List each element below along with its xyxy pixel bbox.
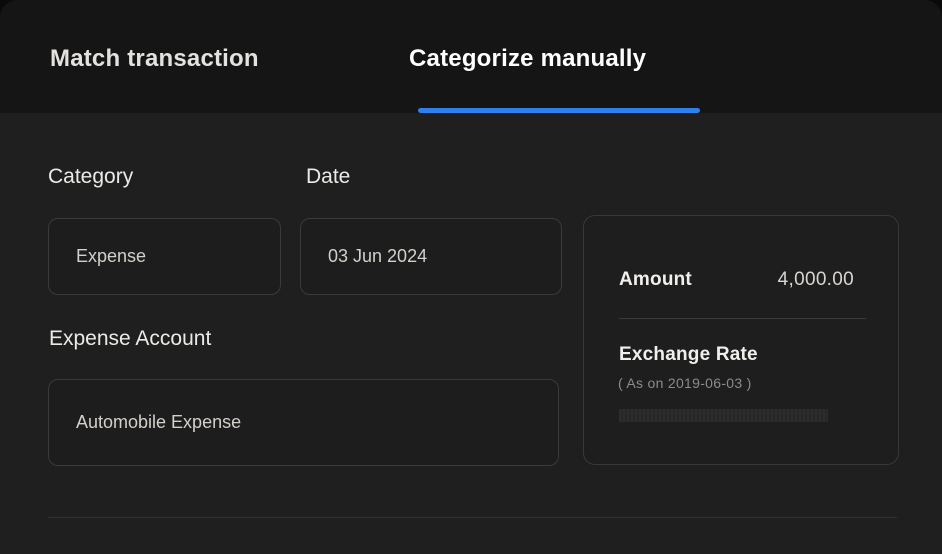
date-picker-field[interactable]: 03 Jun 2024 <box>300 218 562 295</box>
panel-divider <box>619 318 866 319</box>
exchange-rate-loading-skeleton <box>619 409 828 422</box>
active-tab-indicator <box>418 108 700 113</box>
amount-label: Amount <box>619 269 692 291</box>
tab-categorize-manually[interactable]: Categorize manually <box>409 44 646 74</box>
category-label: Category <box>48 164 133 190</box>
amount-value: 4,000.00 <box>778 269 854 291</box>
date-value: 03 Jun 2024 <box>328 246 427 267</box>
screen: Match transaction Categorize manually Ca… <box>0 0 942 554</box>
categorize-transaction-dialog: Match transaction Categorize manually Ca… <box>0 0 942 554</box>
expense-account-select[interactable]: Automobile Expense <box>48 379 559 466</box>
amount-row: Amount 4,000.00 <box>619 269 854 291</box>
expense-account-label: Expense Account <box>49 326 211 352</box>
tab-match-transaction[interactable]: Match transaction <box>50 44 259 74</box>
section-divider <box>48 517 897 518</box>
date-label: Date <box>306 164 350 190</box>
category-select[interactable]: Expense <box>48 218 281 295</box>
category-value: Expense <box>76 246 146 267</box>
amount-summary-panel: Amount 4,000.00 Exchange Rate ( As on 20… <box>583 215 899 465</box>
expense-account-value: Automobile Expense <box>76 412 241 433</box>
exchange-rate-note: ( As on 2019-06-03 ) <box>618 375 752 391</box>
tab-bar: Match transaction Categorize manually <box>0 0 942 113</box>
exchange-rate-label: Exchange Rate <box>619 344 758 366</box>
